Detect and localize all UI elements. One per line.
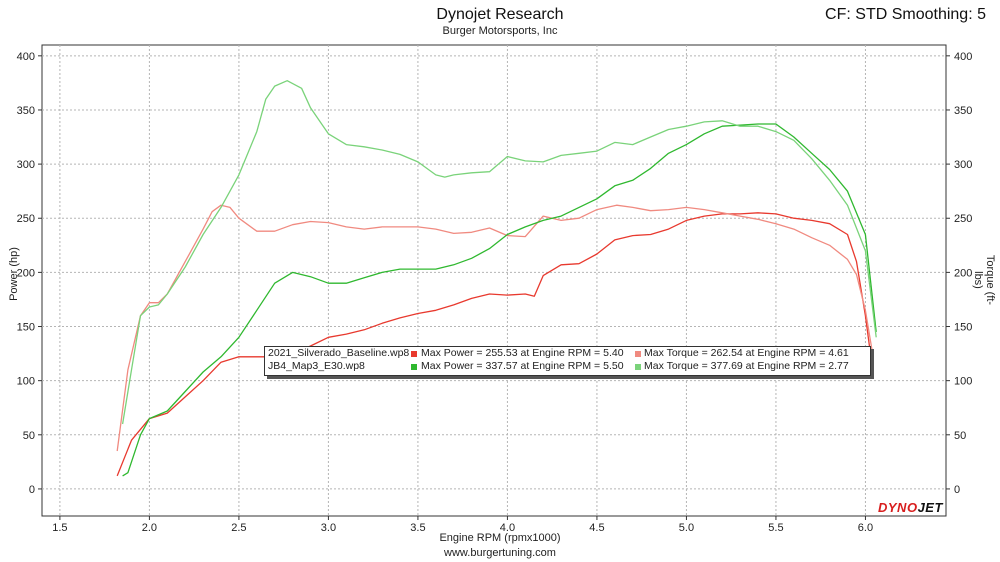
legend-swatch-jb4-torque	[635, 364, 641, 370]
legend: 2021_Silverado_Baseline.wp8 Max Power = …	[264, 346, 871, 376]
y-tick-label-right: 350	[954, 105, 972, 117]
x-tick-label: 5.0	[679, 522, 694, 534]
y-tick-label-left: 0	[29, 484, 35, 496]
x-tick-label: 4.5	[589, 522, 604, 534]
plot-area	[41, 44, 947, 517]
logo-text-black: JET	[917, 500, 943, 515]
logo-text-red: DYNO	[878, 500, 918, 515]
x-tick-label: 4.0	[500, 522, 515, 534]
legend-power-baseline: Max Power = 255.53 at Engine RPM = 5.40	[421, 347, 624, 359]
x-tick-label: 5.5	[768, 522, 783, 534]
x-tick-label: 3.5	[410, 522, 425, 534]
y-tick-label-right: 50	[954, 430, 966, 442]
legend-file-jb4: JB4_Map3_E30.wp8	[268, 360, 365, 372]
dyno-chart: 1.5 2.0 2.5 3.0 3.5 4.0 4.5 5.0 5.5 6.0 0 0 50 50 100 1…	[17, 44, 972, 534]
y-tick-label-right: 100	[954, 376, 972, 388]
y-tick-label-left: 100	[17, 376, 35, 388]
legend-swatch-baseline-power	[411, 351, 417, 357]
x-tick-label: 3.0	[321, 522, 336, 534]
legend-swatch-jb4-power	[411, 364, 417, 370]
y-tick-label-left: 200	[17, 267, 35, 279]
y-tick-label-left: 50	[23, 430, 35, 442]
y-tick-label-left: 350	[17, 105, 35, 117]
legend-torque-jb4: Max Torque = 377.69 at Engine RPM = 2.77	[644, 360, 849, 372]
legend-power-jb4: Max Power = 337.57 at Engine RPM = 5.50	[421, 360, 624, 372]
x-tick-label: 2.5	[231, 522, 246, 534]
y-tick-label-right: 400	[954, 51, 972, 63]
legend-row-jb4: JB4_Map3_E30.wp8 Max Power = 337.57 at E…	[265, 360, 870, 373]
y-tick-label-right: 0	[954, 484, 960, 496]
legend-torque-baseline: Max Torque = 262.54 at Engine RPM = 4.61	[644, 347, 849, 359]
x-tick-label: 2.0	[142, 522, 157, 534]
y-tick-label-right: 150	[954, 322, 972, 334]
dynojet-logo: DYNOJET	[878, 500, 943, 515]
y-tick-label-left: 250	[17, 213, 35, 225]
y-tick-label-left: 400	[17, 51, 35, 63]
y-tick-label-left: 300	[17, 159, 35, 171]
legend-row-baseline: 2021_Silverado_Baseline.wp8 Max Power = …	[265, 347, 870, 360]
y-tick-label-right: 200	[954, 267, 972, 279]
x-tick-label: 6.0	[858, 522, 873, 534]
legend-swatch-baseline-torque	[635, 351, 641, 357]
legend-file-baseline: 2021_Silverado_Baseline.wp8	[268, 347, 410, 359]
x-tick-label: 1.5	[52, 522, 67, 534]
y-tick-label-right: 250	[954, 213, 972, 225]
y-tick-label-left: 150	[17, 322, 35, 334]
y-tick-label-right: 300	[954, 159, 972, 171]
